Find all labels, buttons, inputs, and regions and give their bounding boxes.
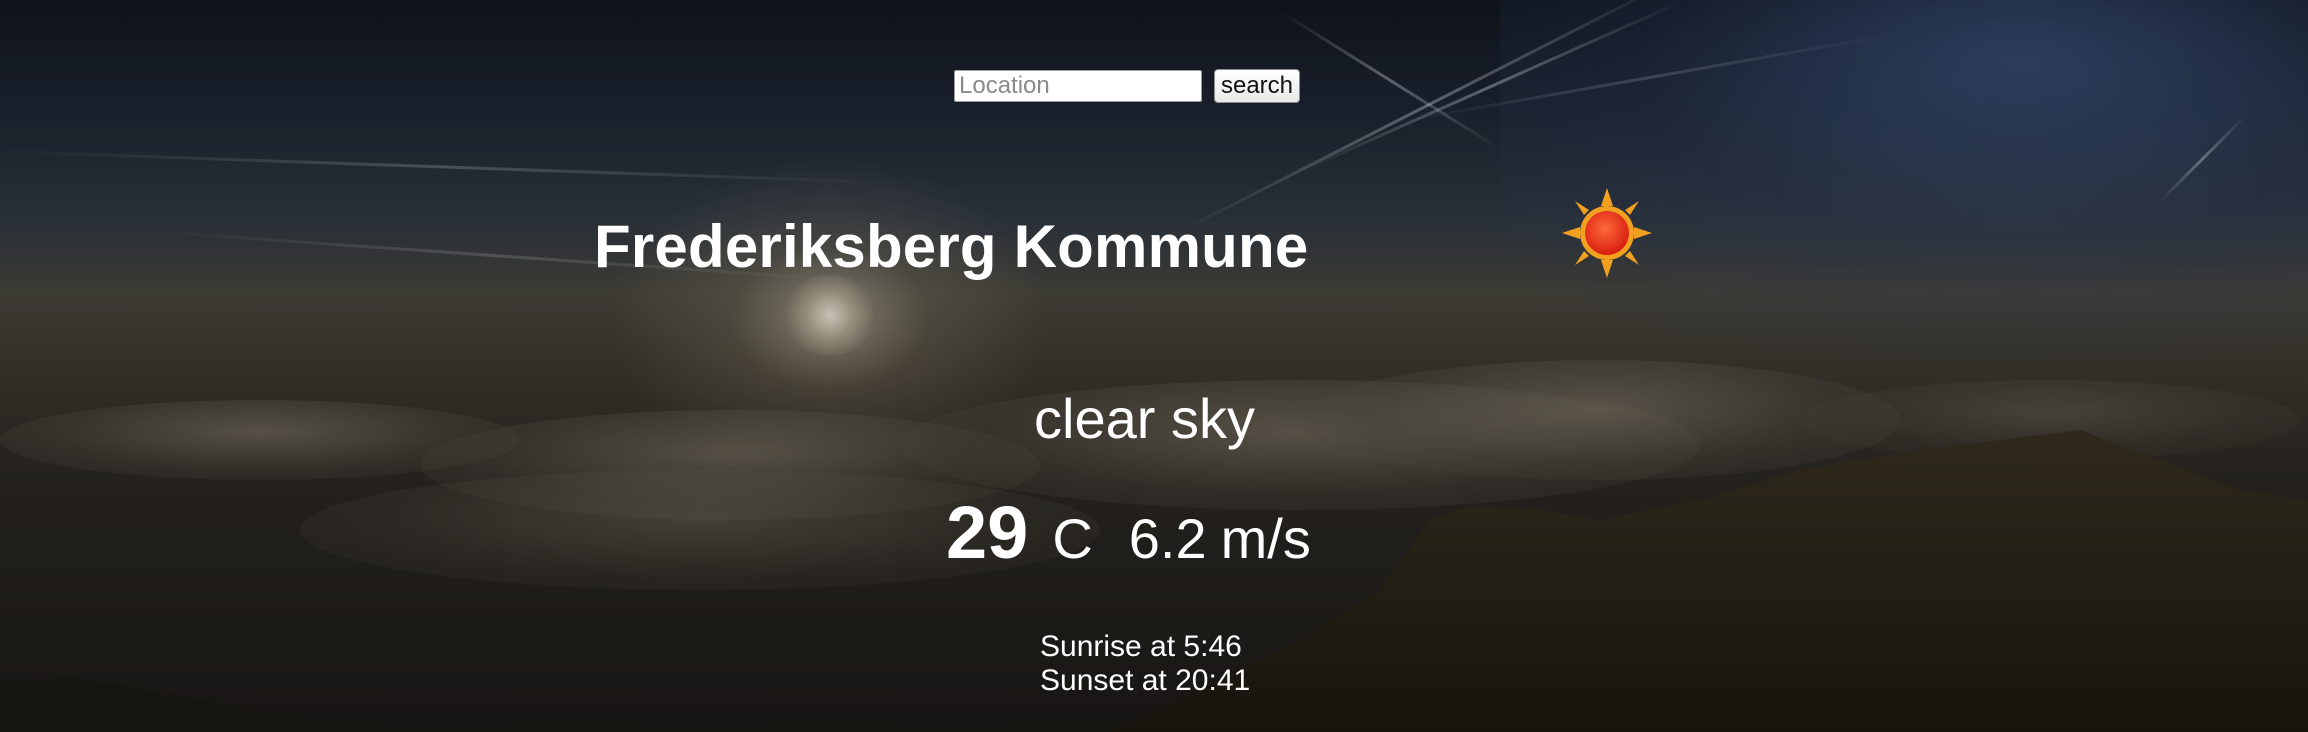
search-bar: search [954,69,1300,103]
sunset-label: Sunset at [1040,664,1167,697]
city-name: Frederiksberg Kommune [594,213,1309,280]
temperature-unit: C [1052,507,1093,570]
sun-icon [1562,188,1652,278]
weather-description: clear sky [1034,387,1255,450]
search-button[interactable]: search [1214,69,1300,103]
sunrise-line: Sunrise at 5:46 [1040,630,1250,664]
weather-measurements: 29 C 6.2 m/s [946,490,1311,575]
wind-speed-value: 6.2 [1128,507,1207,570]
background-image [0,0,2308,732]
location-search-input[interactable] [954,70,1202,102]
sun-times: Sunrise at 5:46 Sunset at 20:41 [1040,630,1250,698]
sunrise-time: 5:46 [1183,630,1242,663]
temperature-value: 29 [946,491,1029,574]
wind-speed-unit: m/s [1220,507,1311,570]
sunset-line: Sunset at 20:41 [1040,664,1250,698]
sunrise-label: Sunrise at [1040,630,1176,663]
sunset-time: 20:41 [1175,664,1251,697]
